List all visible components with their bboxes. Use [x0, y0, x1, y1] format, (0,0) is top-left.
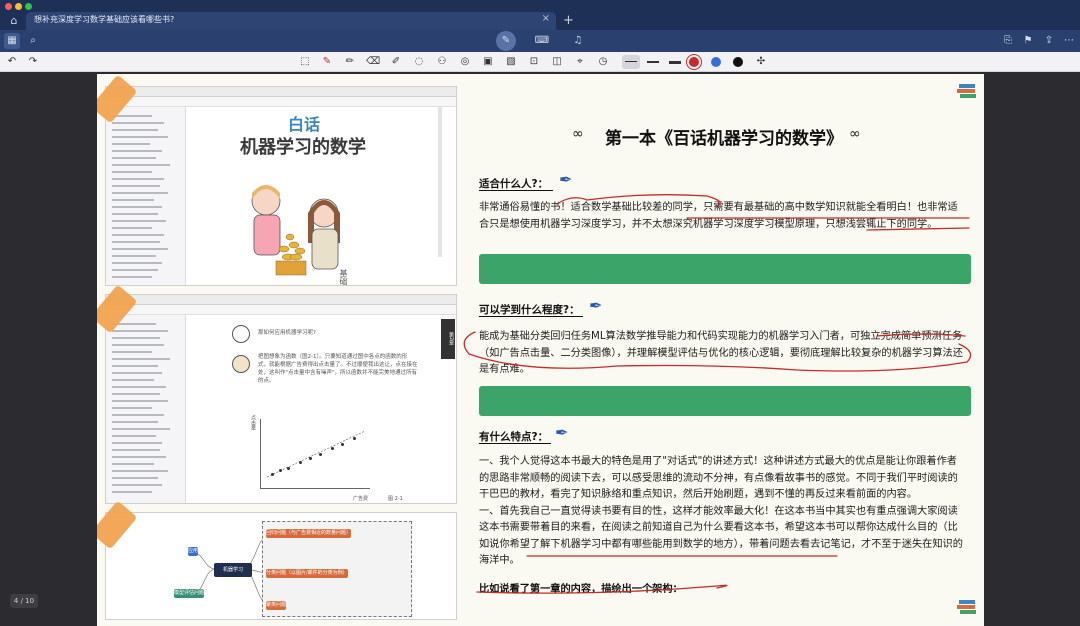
section-heading: 可以学到什么程度?：	[479, 304, 580, 316]
highlighter-tool-icon[interactable]: ✐	[389, 55, 403, 69]
home-icon[interactable]: ⌂	[6, 14, 22, 28]
quill-icon: ✒	[559, 170, 573, 189]
chat-answer: 把图想象为函数（图2-1）。只要知道通过图中各点的函数的形式，就能根据广告费得出…	[258, 354, 418, 384]
line-width-thin[interactable]	[622, 55, 640, 69]
audio-mode-icon[interactable]: ♫	[570, 33, 586, 49]
quill-icon: ✒	[555, 423, 569, 442]
mindmap-node-regression: 回归问题（与广告费相近的数量问题）	[266, 529, 352, 538]
timer-tool-icon[interactable]: ◷	[596, 55, 610, 69]
avatar-icon	[232, 325, 250, 343]
green-highlight-bar	[479, 386, 971, 416]
bookmark-icon[interactable]: ⚑	[1020, 33, 1036, 49]
more-icon[interactable]: ⋯	[1061, 33, 1077, 49]
grid-view-icon[interactable]: ▦	[4, 33, 20, 49]
note-title: 第一本《百话机器学习的数学》	[605, 129, 843, 149]
color-swatch-black[interactable]	[733, 57, 743, 67]
section-heading: 有什么特点?：	[479, 431, 549, 443]
glasses-icon: ∞	[849, 126, 861, 142]
axis-y-label: 点击量	[250, 415, 256, 430]
book-title-big: 机器学习的数学	[240, 137, 366, 158]
new-tab-icon[interactable]: +	[563, 13, 574, 28]
note-page[interactable]: 白话 机器学习的数学 基础数学 那如何应用机器学习呢? 把图想象为函数（图2-1…	[97, 74, 984, 626]
color-swatch-blue[interactable]	[711, 57, 721, 67]
section-heading: 适合什么人?：	[479, 178, 549, 190]
mindmap-node-evaluation: 模型评估问题	[174, 589, 205, 598]
section-text: 一、我个人觉得这本书最大的特色是用了"对话式"的讲述方式！这种讲述方式最大的优点…	[479, 456, 963, 566]
book-cover-screenshot: 白话 机器学习的数学 基础数学	[105, 86, 457, 286]
share-icon[interactable]: ⇪	[1041, 33, 1057, 49]
chat-question: 那如何应用机器学习呢?	[258, 330, 316, 336]
book-stack-icon	[957, 84, 976, 98]
mindmap-node-classification: 分类问题（以图片/邮件的分类为例）	[266, 569, 348, 578]
book-vertical-label: 基础数学	[339, 269, 348, 286]
close-window-button[interactable]	[5, 3, 12, 10]
pencil-tool-icon[interactable]: ✏	[343, 55, 357, 69]
pen-tool-icon[interactable]: ✎	[320, 55, 334, 69]
camera-tool-icon[interactable]: ⊡	[527, 55, 541, 69]
mindmap-node-clustering: 聚类问题	[266, 601, 287, 610]
tab-title: 想补充深度学习数学基础应该看哪些书?	[34, 15, 175, 24]
search-icon[interactable]: ⌕	[25, 33, 41, 49]
line-width-thick[interactable]	[666, 55, 684, 69]
pen-mode-icon[interactable]: ✎	[496, 31, 516, 51]
book-cover-illustration	[251, 185, 340, 276]
lasso-select-icon[interactable]: ⬚	[298, 55, 312, 69]
book-title-small: 白话	[288, 115, 321, 134]
text-tool-icon[interactable]: ◫	[550, 55, 564, 69]
laser-tool-icon[interactable]: ⌖	[573, 55, 587, 69]
screenshot-tabs	[106, 87, 456, 97]
mindmap-center: 机器学习	[214, 563, 252, 577]
shape-tool-icon[interactable]: ◌	[412, 55, 426, 69]
image-tool-icon[interactable]: ▧	[504, 55, 518, 69]
screenshot-sidebar	[106, 107, 186, 285]
color-picker-icon[interactable]: ✣	[754, 55, 768, 69]
ad-scatter-plot	[260, 419, 370, 489]
green-highlight-bar	[479, 254, 971, 284]
axis-x-label: 广告费	[353, 496, 369, 502]
regression-line	[266, 430, 366, 478]
zoom-window-button[interactable]	[25, 3, 32, 10]
document-tab[interactable]: 想补充深度学习数学基础应该看哪些书? ×	[26, 12, 556, 30]
page-indicator: 4 / 10	[10, 594, 38, 608]
minimize-window-button[interactable]	[15, 3, 22, 10]
quill-icon: ✒	[589, 296, 603, 315]
close-tab-icon[interactable]: ×	[542, 13, 550, 24]
section-text: 非常通俗易懂的书！适合数学基础比较差的同学，只需要有最基础的高中数学知识就能全看…	[479, 202, 958, 230]
book-stack-icon	[957, 600, 976, 614]
title-bar: ⌂ 想补充深度学习数学基础应该看哪些书? × +	[0, 0, 1080, 30]
redo-icon[interactable]: ↷	[26, 55, 40, 69]
main-toolbar: ▦ ⌕ ✎ ⌨ ♫ ⎘ ⚑ ⇪ ⋯	[0, 30, 1080, 52]
dialogue-page: 那如何应用机器学习呢? 把图想象为函数（图2-1）。只要知道通过图中各点的函数的…	[188, 315, 456, 503]
stamp-tool-icon[interactable]: ▣	[481, 55, 495, 69]
chapter-tag: 第2章	[441, 319, 455, 359]
drawing-toolbar: ↶ ↷ ⬚ ✎ ✏ ⌫ ✐ ◌ ⚇ ◎ ▣ ▧ ⊡ ◫ ⌖ ◷ ✣	[0, 52, 1080, 72]
glasses-icon: ∞	[572, 126, 584, 142]
figure-caption: 图 2-1	[388, 496, 403, 502]
view-tool-icon[interactable]: ◎	[458, 55, 472, 69]
export-icon[interactable]: ⎘	[1000, 33, 1016, 49]
avatar-icon	[232, 355, 250, 373]
sticker-tool-icon[interactable]: ⚇	[435, 55, 449, 69]
mindmap-node-application: 应用	[188, 547, 199, 556]
line-width-medium[interactable]	[644, 55, 662, 69]
mindmap-screenshot: 机器学习 回归问题（与广告费相近的数量问题） 分类问题（以图片/邮件的分类为例）…	[105, 512, 457, 620]
screenshot-toolbar	[106, 97, 456, 107]
architecture-line: 比如说看了第一章的内容，描绘出一个架构：	[479, 584, 683, 595]
page-area: 白话 机器学习的数学 基础数学 那如何应用机器学习呢? 把图想象为函数（图2-1…	[0, 72, 1080, 626]
book-cover-page: 白话 机器学习的数学 基础数学	[226, 107, 406, 285]
eraser-tool-icon[interactable]: ⌫	[366, 55, 380, 69]
undo-icon[interactable]: ↶	[5, 55, 19, 69]
section-text: 能成为基础分类回归任务ML算法数学推导能力和代码实现能力的机器学习入门者，可独立…	[479, 331, 963, 375]
keyboard-mode-icon[interactable]: ⌨	[534, 33, 550, 49]
color-swatch-red[interactable]	[689, 57, 699, 67]
dialogue-page-screenshot: 那如何应用机器学习呢? 把图想象为函数（图2-1）。只要知道通过图中各点的函数的…	[105, 294, 457, 504]
